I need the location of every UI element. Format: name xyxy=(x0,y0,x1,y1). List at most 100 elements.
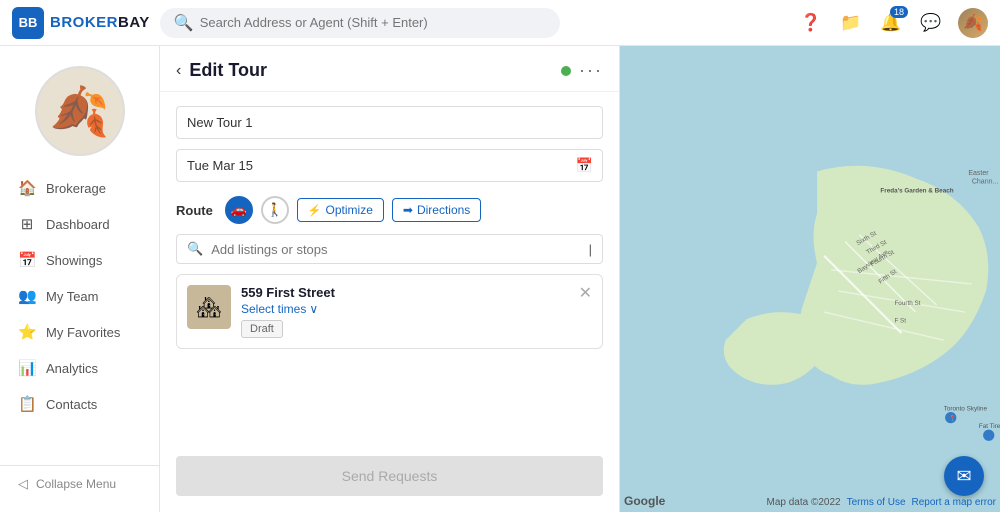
directions-label: Directions xyxy=(417,203,470,217)
cursor-indicator: | xyxy=(589,242,592,257)
optimize-button[interactable]: ⚡ Optimize xyxy=(297,198,384,222)
top-navigation: BB BROKERBAY 🔍 ❓ 📁 🔔 18 💬 🍂 xyxy=(0,0,1000,46)
report-map-error[interactable]: Report a map error xyxy=(912,497,996,508)
house-icon: 🏘 xyxy=(196,295,221,320)
main-layout: 🍂 🏠 Brokerage ⊞ Dashboard 📅 Showings 👥 M… xyxy=(0,46,1000,512)
directions-icon: ➡ xyxy=(403,203,413,217)
sidebar-item-dashboard[interactable]: ⊞ Dashboard xyxy=(0,206,159,242)
draft-badge: Draft xyxy=(241,320,283,338)
tour-name-input[interactable] xyxy=(176,106,603,139)
select-times-label: Select times xyxy=(241,302,306,316)
showings-icon: 📅 xyxy=(18,251,36,269)
sidebar-item-label: My Favorites xyxy=(46,325,120,340)
walk-mode-button[interactable]: 🚶 xyxy=(261,196,289,224)
terms-of-use[interactable]: Terms of Use xyxy=(847,497,906,508)
notifications-icon[interactable]: 🔔 18 xyxy=(878,10,904,36)
svg-text:Toronto Skyline: Toronto Skyline xyxy=(944,406,988,413)
search-stops-bar[interactable]: 🔍 | xyxy=(176,234,603,264)
sidebar: 🍂 🏠 Brokerage ⊞ Dashboard 📅 Showings 👥 M… xyxy=(0,46,160,512)
route-label: Route xyxy=(176,203,213,218)
svg-text:F St: F St xyxy=(894,318,906,325)
directions-button[interactable]: ➡ Directions xyxy=(392,198,481,222)
panel-body: 📅 Route 🚗 🚶 ⚡ Optimize ➡ Directions xyxy=(160,92,619,456)
listing-address: 559 First Street xyxy=(241,285,592,300)
avatar[interactable]: 🍂 xyxy=(958,8,988,38)
profile-image: 🍂 xyxy=(50,83,110,140)
map-svg: Bayview Ave Fifth St Fourth St Third St … xyxy=(620,46,1000,512)
analytics-icon: 📊 xyxy=(18,359,36,377)
folder-icon[interactable]: 📁 xyxy=(838,10,864,36)
chat-fab-button[interactable]: ✉ xyxy=(944,456,984,496)
map-data-text: Map data ©2022 xyxy=(767,497,841,508)
status-dot xyxy=(561,66,571,76)
svg-text:Easter: Easter xyxy=(968,170,989,177)
profile-section: 🍂 xyxy=(0,56,159,170)
listing-info: 559 First Street Select times ∨ Draft xyxy=(241,285,592,338)
collapse-menu-label: Collapse Menu xyxy=(36,477,116,491)
google-logo: Google xyxy=(624,494,665,508)
content-area: ‹ Edit Tour ··· 📅 Route 🚗 🚶 ⚡ Opt xyxy=(160,46,1000,512)
search-icon: 🔍 xyxy=(174,13,194,33)
select-times-button[interactable]: Select times ∨ xyxy=(241,302,592,316)
favorites-icon: ⭐ xyxy=(18,323,36,341)
sidebar-item-contacts[interactable]: 📋 Contacts xyxy=(0,386,159,422)
map-background: Bayview Ave Fifth St Fourth St Third St … xyxy=(620,46,1000,512)
sidebar-item-label: Dashboard xyxy=(46,217,110,232)
remove-listing-button[interactable]: ✕ xyxy=(579,283,592,303)
logo-icon: BB xyxy=(12,7,44,39)
notification-badge: 18 xyxy=(890,6,908,18)
sidebar-item-analytics[interactable]: 📊 Analytics xyxy=(0,350,159,386)
collapse-icon: ◁ xyxy=(18,476,28,492)
sidebar-item-label: My Team xyxy=(46,289,99,304)
sidebar-item-my-team[interactable]: 👥 My Team xyxy=(0,278,159,314)
select-times-chevron: ∨ xyxy=(309,302,318,316)
calendar-icon[interactable]: 📅 xyxy=(576,157,593,174)
profile-avatar[interactable]: 🍂 xyxy=(35,66,125,156)
contacts-icon: 📋 xyxy=(18,395,36,413)
send-requests-label: Send Requests xyxy=(342,468,438,484)
optimize-icon: ⚡ xyxy=(308,204,322,217)
sidebar-item-my-favorites[interactable]: ⭐ My Favorites xyxy=(0,314,159,350)
send-requests-button[interactable]: Send Requests xyxy=(176,456,603,496)
search-bar[interactable]: 🔍 xyxy=(160,8,560,38)
panel-title: Edit Tour xyxy=(189,60,553,81)
svg-text:Fourth St: Fourth St xyxy=(894,300,920,307)
route-section: Route 🚗 🚶 ⚡ Optimize ➡ Directions xyxy=(176,196,603,224)
map-area: Bayview Ave Fifth St Fourth St Third St … xyxy=(620,46,1000,512)
tour-date-input[interactable] xyxy=(176,149,603,182)
optimize-label: Optimize xyxy=(326,203,373,217)
collapse-menu-button[interactable]: ◁ Collapse Menu xyxy=(18,476,141,492)
date-wrapper: 📅 xyxy=(176,149,603,182)
sidebar-bottom: ◁ Collapse Menu xyxy=(0,465,159,502)
search-input[interactable] xyxy=(200,15,546,30)
drive-mode-button[interactable]: 🚗 xyxy=(225,196,253,224)
svg-text:📍: 📍 xyxy=(949,414,957,422)
logo: BB BROKERBAY xyxy=(12,7,150,39)
map-credits-right: Map data ©2022 Terms of Use Report a map… xyxy=(767,497,996,508)
svg-text:Fat Tire Toronto: Fat Tire Toronto xyxy=(979,423,1000,430)
sidebar-nav: 🏠 Brokerage ⊞ Dashboard 📅 Showings 👥 My … xyxy=(0,170,159,465)
more-options-button[interactable]: ··· xyxy=(579,60,603,81)
sidebar-item-brokerage[interactable]: 🏠 Brokerage xyxy=(0,170,159,206)
dashboard-icon: ⊞ xyxy=(18,215,36,233)
sidebar-item-label: Contacts xyxy=(46,397,97,412)
nav-icons: ❓ 📁 🔔 18 💬 🍂 xyxy=(798,8,988,38)
svg-text:Freda's Garden & Beach: Freda's Garden & Beach xyxy=(880,187,953,194)
help-icon[interactable]: ❓ xyxy=(798,10,824,36)
sidebar-item-showings[interactable]: 📅 Showings xyxy=(0,242,159,278)
sidebar-item-label: Brokerage xyxy=(46,181,106,196)
app-name: BROKERBAY xyxy=(50,14,150,31)
listing-item: 🏘 559 First Street Select times ∨ Draft … xyxy=(176,274,603,349)
sidebar-item-label: Showings xyxy=(46,253,102,268)
home-icon: 🏠 xyxy=(18,179,36,197)
team-icon: 👥 xyxy=(18,287,36,305)
panel-header: ‹ Edit Tour ··· xyxy=(160,46,619,92)
sidebar-item-label: Analytics xyxy=(46,361,98,376)
stops-search-icon: 🔍 xyxy=(187,241,203,257)
back-button[interactable]: ‹ xyxy=(176,62,181,80)
listing-thumbnail: 🏘 xyxy=(187,285,231,329)
google-credit: Google xyxy=(624,494,665,508)
stops-search-input[interactable] xyxy=(211,242,580,257)
svg-text:Chann...: Chann... xyxy=(972,178,999,185)
chat-icon[interactable]: 💬 xyxy=(918,10,944,36)
